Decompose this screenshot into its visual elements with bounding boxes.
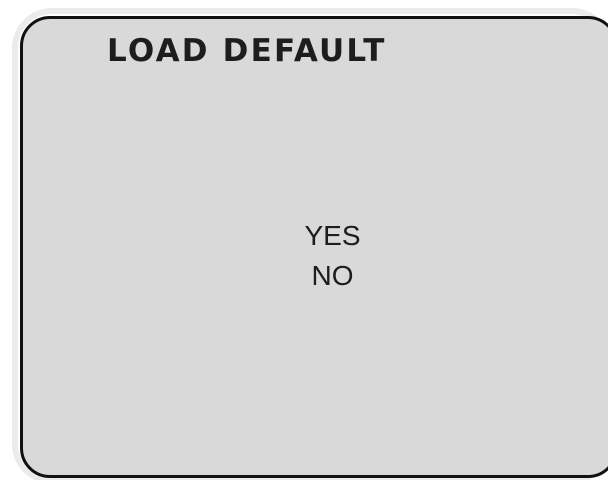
- option-list: YES NO: [23, 216, 608, 296]
- menu-title: LOAD DEFAULT: [107, 33, 387, 69]
- osd-display: LOAD DEFAULT YES NO: [0, 0, 608, 480]
- option-yes[interactable]: YES: [300, 216, 364, 256]
- menu-screen: LOAD DEFAULT YES NO: [20, 16, 608, 478]
- option-no[interactable]: NO: [308, 256, 358, 296]
